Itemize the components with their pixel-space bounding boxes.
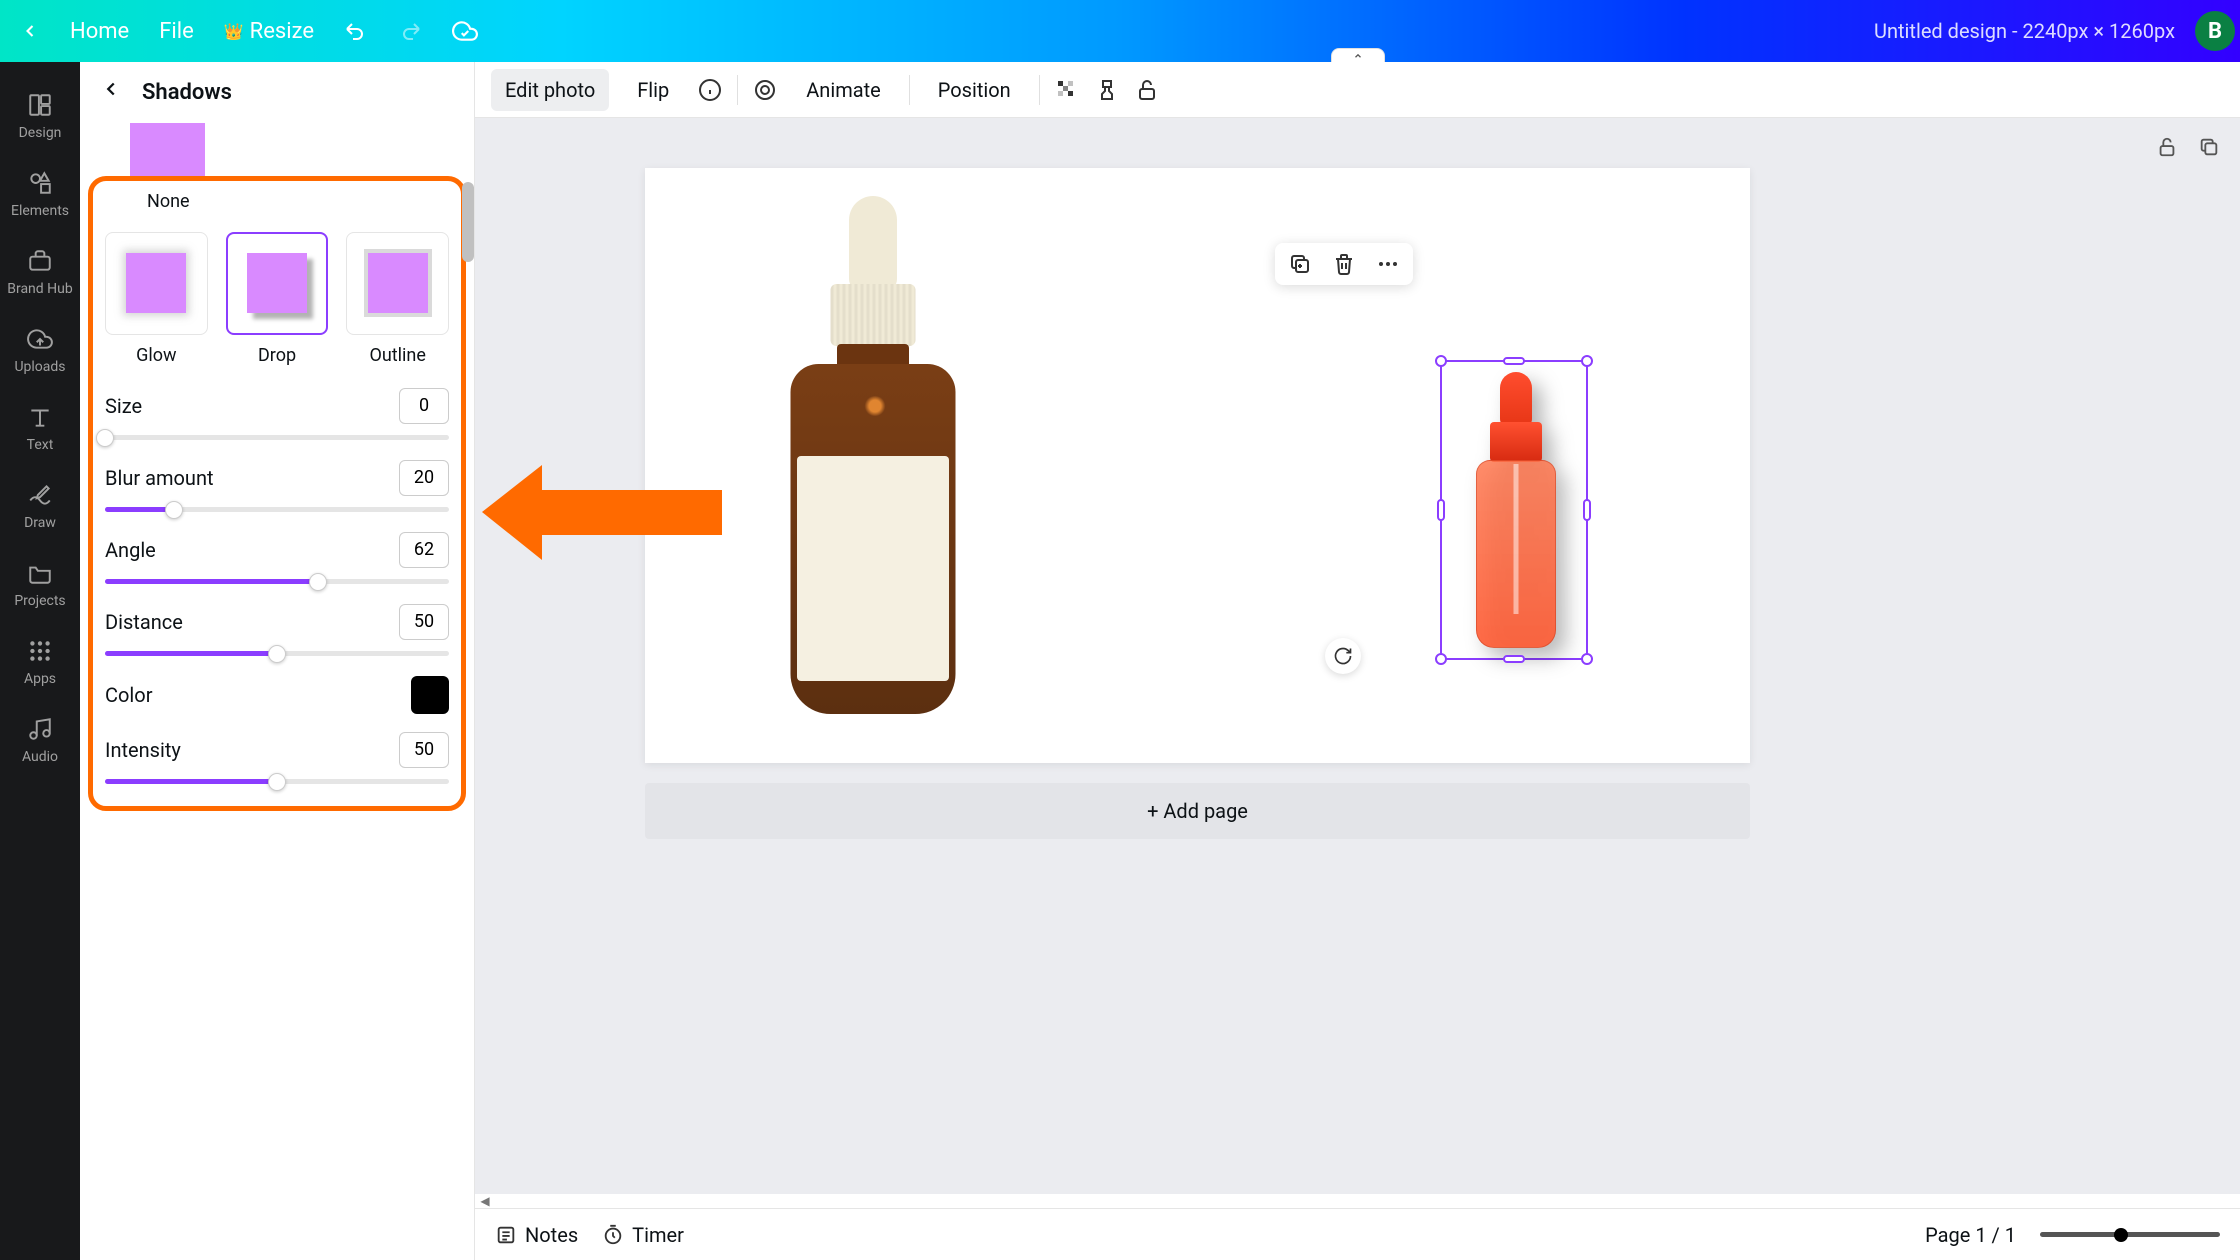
blur-input[interactable] bbox=[399, 460, 449, 496]
annotation-highlight-box: None Glow Drop Outline Size bbox=[88, 176, 466, 811]
selection-box[interactable] bbox=[1440, 360, 1588, 660]
resize-handle-tl[interactable] bbox=[1435, 355, 1447, 367]
panel-scrollbar[interactable] bbox=[462, 182, 474, 262]
control-color: Color bbox=[105, 676, 449, 714]
info-icon[interactable] bbox=[697, 77, 723, 103]
page-indicator[interactable]: Page 1 / 1 bbox=[1925, 1223, 2016, 1247]
zoom-slider[interactable] bbox=[2040, 1232, 2220, 1237]
more-icon[interactable] bbox=[1375, 251, 1401, 277]
bottle-image-red[interactable] bbox=[1474, 372, 1558, 652]
rail-elements[interactable]: Elements bbox=[0, 155, 80, 233]
footer-collapse-toggle[interactable] bbox=[1331, 48, 1385, 62]
angle-input[interactable] bbox=[399, 532, 449, 568]
resize-handle-t[interactable] bbox=[1503, 357, 1525, 365]
cloud-sync-icon[interactable] bbox=[452, 18, 478, 44]
angle-slider[interactable] bbox=[105, 578, 449, 586]
shadow-none-thumb[interactable] bbox=[130, 123, 205, 178]
duplicate-icon[interactable] bbox=[1287, 251, 1313, 277]
resize-handle-tr[interactable] bbox=[1581, 355, 1593, 367]
control-distance: Distance bbox=[105, 604, 449, 658]
topbar: Home File 👑Resize Untitled design - 2240… bbox=[0, 0, 2240, 62]
blur-slider[interactable] bbox=[105, 506, 449, 514]
panel-title: Shadows bbox=[142, 80, 232, 105]
resize-handle-b[interactable] bbox=[1503, 655, 1525, 663]
left-rail: Design Elements Brand Hub Uploads Text D… bbox=[0, 62, 80, 1260]
undo-icon[interactable] bbox=[344, 19, 368, 43]
shadow-none-label: None bbox=[147, 191, 449, 212]
flip-button[interactable]: Flip bbox=[623, 69, 683, 111]
rail-audio[interactable]: Audio bbox=[0, 701, 80, 779]
add-page-button[interactable]: + Add page bbox=[645, 783, 1750, 839]
rail-text[interactable]: Text bbox=[0, 389, 80, 467]
rail-brand-hub[interactable]: Brand Hub bbox=[0, 233, 80, 311]
size-slider[interactable] bbox=[105, 434, 449, 442]
shadow-option-drop[interactable]: Drop bbox=[226, 232, 329, 366]
edit-photo-button[interactable]: Edit photo bbox=[491, 69, 609, 111]
horizontal-scrollbar[interactable]: ◀ bbox=[475, 1194, 2240, 1208]
timer-button[interactable]: Timer bbox=[602, 1223, 684, 1247]
control-intensity: Intensity bbox=[105, 732, 449, 786]
control-blur: Blur amount bbox=[105, 460, 449, 514]
bottle-image-brown[interactable] bbox=[790, 196, 955, 726]
rail-projects[interactable]: Projects bbox=[0, 545, 80, 623]
control-angle: Angle bbox=[105, 532, 449, 586]
refresh-badge[interactable] bbox=[1325, 638, 1361, 674]
animate-button[interactable]: Animate bbox=[792, 69, 895, 111]
distance-slider[interactable] bbox=[105, 650, 449, 658]
crown-icon: 👑 bbox=[224, 22, 244, 41]
canvas-toolbar: Edit photo Flip Animate Position bbox=[475, 62, 2240, 118]
transparency-icon[interactable] bbox=[1054, 77, 1080, 103]
position-button[interactable]: Position bbox=[924, 69, 1025, 111]
file-menu[interactable]: File bbox=[159, 19, 194, 44]
rail-draw[interactable]: Draw bbox=[0, 467, 80, 545]
floating-toolbar bbox=[1275, 243, 1413, 285]
resize-handle-r[interactable] bbox=[1583, 499, 1591, 521]
side-panel: Shadows None Glow Drop Outline bbox=[80, 62, 475, 1260]
document-title[interactable]: Untitled design - 2240px × 1260px bbox=[1874, 19, 2175, 43]
page-lock-icon[interactable] bbox=[2154, 134, 2180, 160]
intensity-slider[interactable] bbox=[105, 778, 449, 786]
animate-icon bbox=[752, 77, 778, 103]
home-link[interactable]: Home bbox=[70, 19, 129, 44]
rail-apps[interactable]: Apps bbox=[0, 623, 80, 701]
shadow-option-glow[interactable]: Glow bbox=[105, 232, 208, 366]
rail-design[interactable]: Design bbox=[0, 77, 80, 155]
redo-icon[interactable] bbox=[398, 19, 422, 43]
canvas-area: Edit photo Flip Animate Position bbox=[475, 62, 2240, 1260]
resize-handle-br[interactable] bbox=[1581, 653, 1593, 665]
resize-handle-l[interactable] bbox=[1437, 499, 1445, 521]
color-swatch[interactable] bbox=[411, 676, 449, 714]
shadow-option-outline[interactable]: Outline bbox=[346, 232, 449, 366]
canvas-page[interactable] bbox=[645, 168, 1750, 763]
lock-icon[interactable] bbox=[1134, 77, 1160, 103]
back-icon[interactable] bbox=[20, 21, 40, 41]
size-input[interactable] bbox=[399, 388, 449, 424]
resize-handle-bl[interactable] bbox=[1435, 653, 1447, 665]
intensity-input[interactable] bbox=[399, 732, 449, 768]
notes-button[interactable]: Notes bbox=[495, 1223, 578, 1247]
distance-input[interactable] bbox=[399, 604, 449, 640]
resize-menu[interactable]: 👑Resize bbox=[224, 19, 314, 44]
canvas-viewport[interactable]: + Add page bbox=[475, 118, 2240, 1194]
duplicate-page-icon[interactable] bbox=[2196, 134, 2222, 160]
copy-style-icon[interactable] bbox=[1094, 77, 1120, 103]
canvas-footer: Notes Timer Page 1 / 1 bbox=[475, 1208, 2240, 1260]
avatar[interactable]: B bbox=[2195, 11, 2235, 51]
rail-uploads[interactable]: Uploads bbox=[0, 311, 80, 389]
delete-icon[interactable] bbox=[1331, 251, 1357, 277]
panel-back-button[interactable] bbox=[100, 78, 122, 106]
control-size: Size bbox=[105, 388, 449, 442]
